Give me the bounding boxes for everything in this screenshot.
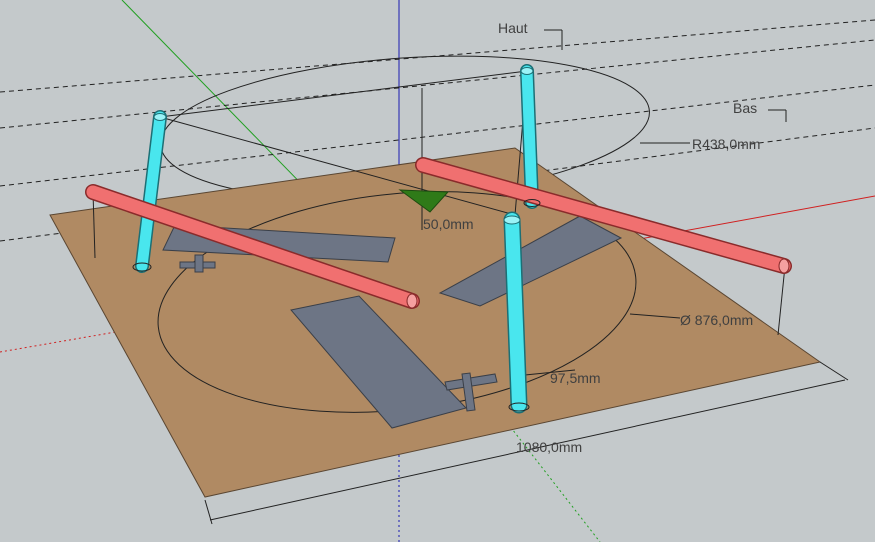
dim-height: 50,0mm (423, 216, 474, 232)
dim-board-length: 1080,0mm (516, 439, 582, 455)
dim-diameter: Ø 876,0mm (680, 312, 753, 328)
label-haut: Haut (498, 20, 528, 36)
dim-radius: R438,0mm (692, 136, 760, 152)
leg-front-fill (505, 213, 526, 412)
3d-model-viewport[interactable]: Haut Bas R438,0mm 50,0mm Ø 876,0mm 97,5m… (0, 0, 875, 542)
leg-back-right-fill (521, 65, 538, 208)
label-bas: Bas (733, 100, 757, 116)
dim-small-offset: 97,5mm (550, 370, 601, 386)
